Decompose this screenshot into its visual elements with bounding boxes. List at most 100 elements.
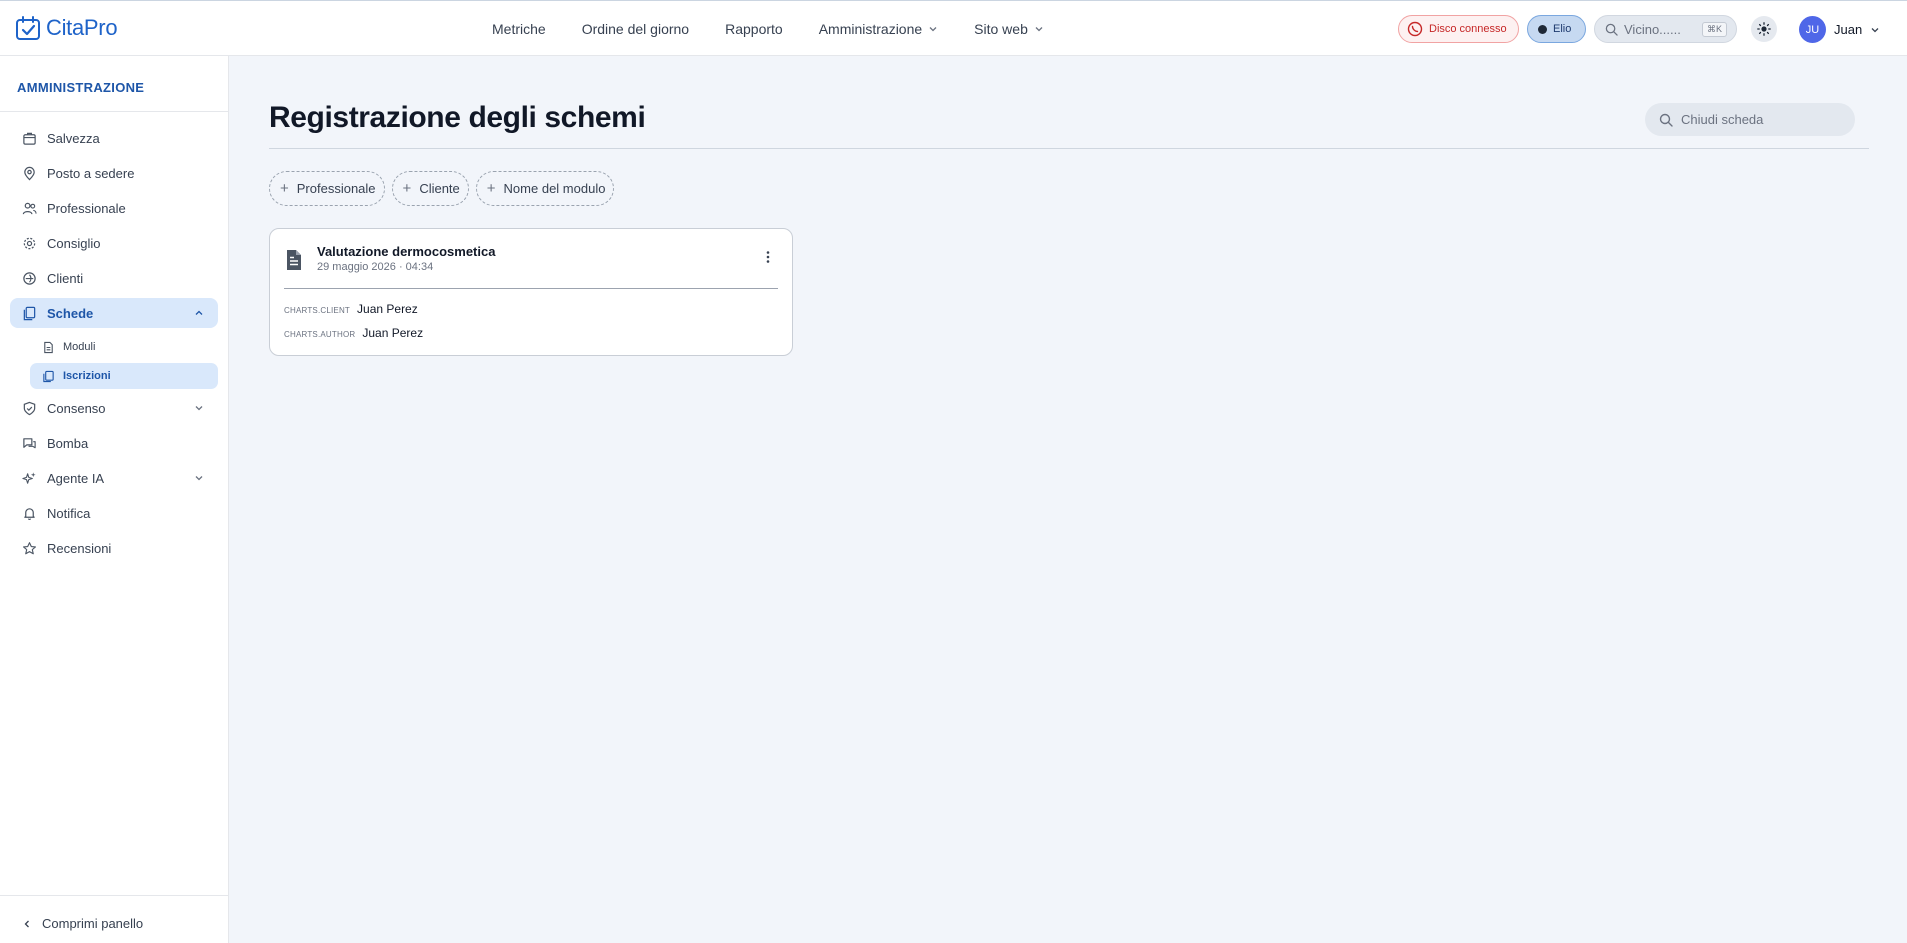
search-icon — [1659, 113, 1673, 127]
chat-icon — [23, 437, 36, 448]
calendar-check-icon — [16, 16, 40, 40]
sun-icon — [1757, 22, 1771, 36]
sidebar-item-label: Consenso — [47, 400, 106, 416]
filter-cliente-button[interactable]: + Cliente — [391, 171, 469, 206]
map-pin-icon — [24, 166, 35, 180]
sidebar-item-label: Schede — [47, 305, 94, 321]
clients-icon — [23, 271, 36, 285]
filter-label: Professionale — [296, 181, 376, 196]
chevron-down-icon — [1035, 27, 1043, 32]
filter-bar: + Professionale + Cliente + Nome del mod… — [269, 171, 615, 206]
form-icon — [44, 341, 53, 353]
sidebar-item-professionale[interactable]: Professionale — [10, 193, 218, 223]
plus-icon: + — [486, 180, 496, 197]
chevron-down-icon — [195, 476, 203, 481]
search-placeholder: Vicino...... — [1624, 21, 1681, 37]
bot-icon — [1538, 24, 1547, 34]
chevron-down-icon — [1871, 27, 1879, 32]
field-value: Juan Perez — [362, 326, 424, 340]
star-icon — [23, 541, 36, 554]
sidebar-item-bomba[interactable]: Bomba — [10, 428, 218, 458]
app-logo[interactable]: CitaPro — [16, 15, 118, 41]
nav-label: Sito web — [974, 21, 1028, 37]
avatar: JU — [1799, 16, 1826, 43]
global-search-input[interactable]: Vicino...... ⌘K — [1594, 15, 1737, 43]
nav-ordine-del-giorno[interactable]: Ordine del giorno — [582, 21, 689, 37]
top-navbar: CitaPro Metriche Ordine del giorno Rappo… — [0, 0, 1907, 56]
sidebar-item-label: Salvezza — [47, 130, 100, 146]
sidebar-item-recensioni[interactable]: Recensioni — [10, 533, 218, 563]
filter-label: Nome del modulo — [503, 181, 606, 196]
document-icon — [287, 250, 301, 270]
shield-check-icon — [23, 401, 36, 415]
filter-label: Cliente — [419, 181, 460, 196]
main-nav: Metriche Ordine del giorno Rapporto Ammi… — [492, 1, 1044, 57]
search-placeholder: Chiudi scheda — [1681, 112, 1764, 127]
records-icon — [43, 370, 54, 382]
field-key: CHARTS.AUTHOR — [284, 330, 356, 339]
sidebar-item-notifica[interactable]: Notifica — [10, 498, 218, 528]
filter-nome-modulo-button[interactable]: + Nome del modulo — [475, 171, 615, 206]
nav-amministrazione[interactable]: Amministrazione — [819, 21, 938, 37]
chevron-up-icon — [195, 310, 203, 315]
nav-sito-web[interactable]: Sito web — [974, 21, 1044, 37]
shortcut-hint: ⌘K — [1701, 22, 1727, 37]
sidebar-item-posto-a-sedere[interactable]: Posto a sedere — [10, 158, 218, 188]
records-search-input[interactable]: Chiudi scheda — [1645, 103, 1855, 136]
collapse-sidebar-button[interactable]: Comprimi panello — [22, 916, 143, 931]
nav-metriche[interactable]: Metriche — [492, 21, 546, 37]
user-menu[interactable]: JU Juan — [1799, 16, 1880, 43]
record-card[interactable]: Valutazione dermocosmetica 29 maggio 202… — [269, 228, 793, 356]
disc-status-badge[interactable]: Disco connesso — [1398, 15, 1519, 43]
sidebar-title: AMMINISTRAZIONE — [17, 80, 145, 95]
sidebar-item-agente-ia[interactable]: Agente IA — [10, 463, 218, 493]
theme-toggle-button[interactable] — [1751, 16, 1777, 42]
sidebar-item-label: Notifica — [47, 505, 91, 521]
nav-label: Ordine del giorno — [581, 21, 690, 37]
sidebar-subitem-moduli[interactable]: Moduli — [30, 334, 218, 360]
collapse-label: Comprimi panello — [42, 916, 144, 931]
nav-rapporto[interactable]: Rapporto — [725, 21, 783, 37]
sidebar-item-label: Recensioni — [47, 540, 112, 556]
whatsapp-icon — [1407, 21, 1423, 37]
ai-agent-button[interactable]: Elio — [1527, 15, 1586, 43]
record-title: Valutazione dermocosmetica — [317, 244, 496, 259]
sidebar: AMMINISTRAZIONE Salvezza Posto a sedere … — [0, 56, 229, 943]
divider — [284, 288, 778, 289]
more-vertical-icon — [766, 251, 770, 263]
record-date: 29 maggio 2026 · 04:34 — [317, 261, 434, 273]
bell-icon — [24, 507, 35, 520]
sidebar-item-label: Clienti — [47, 270, 84, 286]
sidebar-item-label: Professionale — [47, 200, 126, 216]
sidebar-item-consiglio[interactable]: Consiglio — [10, 228, 218, 258]
page-title: Registrazione degli schemi — [269, 101, 646, 134]
record-field-row: CHARTS.CLIENT Juan Perez — [284, 302, 418, 316]
sidebar-item-label: Bomba — [47, 435, 89, 451]
field-value: Juan Perez — [357, 302, 418, 316]
record-field-row: CHARTS.AUTHOR Juan Perez — [284, 326, 423, 340]
sidebar-item-salvezza[interactable]: Salvezza — [10, 123, 218, 153]
sidebar-item-schede[interactable]: Schede — [10, 298, 218, 328]
divider — [269, 148, 1869, 149]
plus-icon: + — [402, 180, 412, 197]
user-name: Juan — [1834, 22, 1863, 37]
chevron-left-icon — [24, 920, 29, 927]
app-name: CitaPro — [46, 15, 118, 40]
nav-label: Amministrazione — [818, 21, 923, 37]
sidebar-item-label: Posto a sedere — [47, 165, 135, 181]
sidebar-item-label: Consiglio — [47, 235, 101, 251]
sparkles-icon — [22, 471, 36, 484]
sidebar-item-label: Agente IA — [47, 470, 105, 486]
building-icon — [23, 132, 36, 145]
nav-label: Rapporto — [725, 21, 783, 37]
users-icon — [22, 202, 37, 214]
disc-status-label: Disco connesso — [1429, 23, 1507, 35]
sidebar-item-consenso[interactable]: Consenso — [10, 393, 218, 423]
chevron-down-icon — [929, 27, 937, 32]
sidebar-item-label: Moduli — [63, 341, 96, 353]
sidebar-item-label: Iscrizioni — [63, 370, 111, 382]
filter-professionale-button[interactable]: + Professionale — [269, 171, 385, 206]
sidebar-subitem-iscrizioni[interactable]: Iscrizioni — [30, 363, 218, 389]
sidebar-item-clienti[interactable]: Clienti — [10, 263, 218, 293]
record-menu-button[interactable] — [760, 247, 776, 267]
